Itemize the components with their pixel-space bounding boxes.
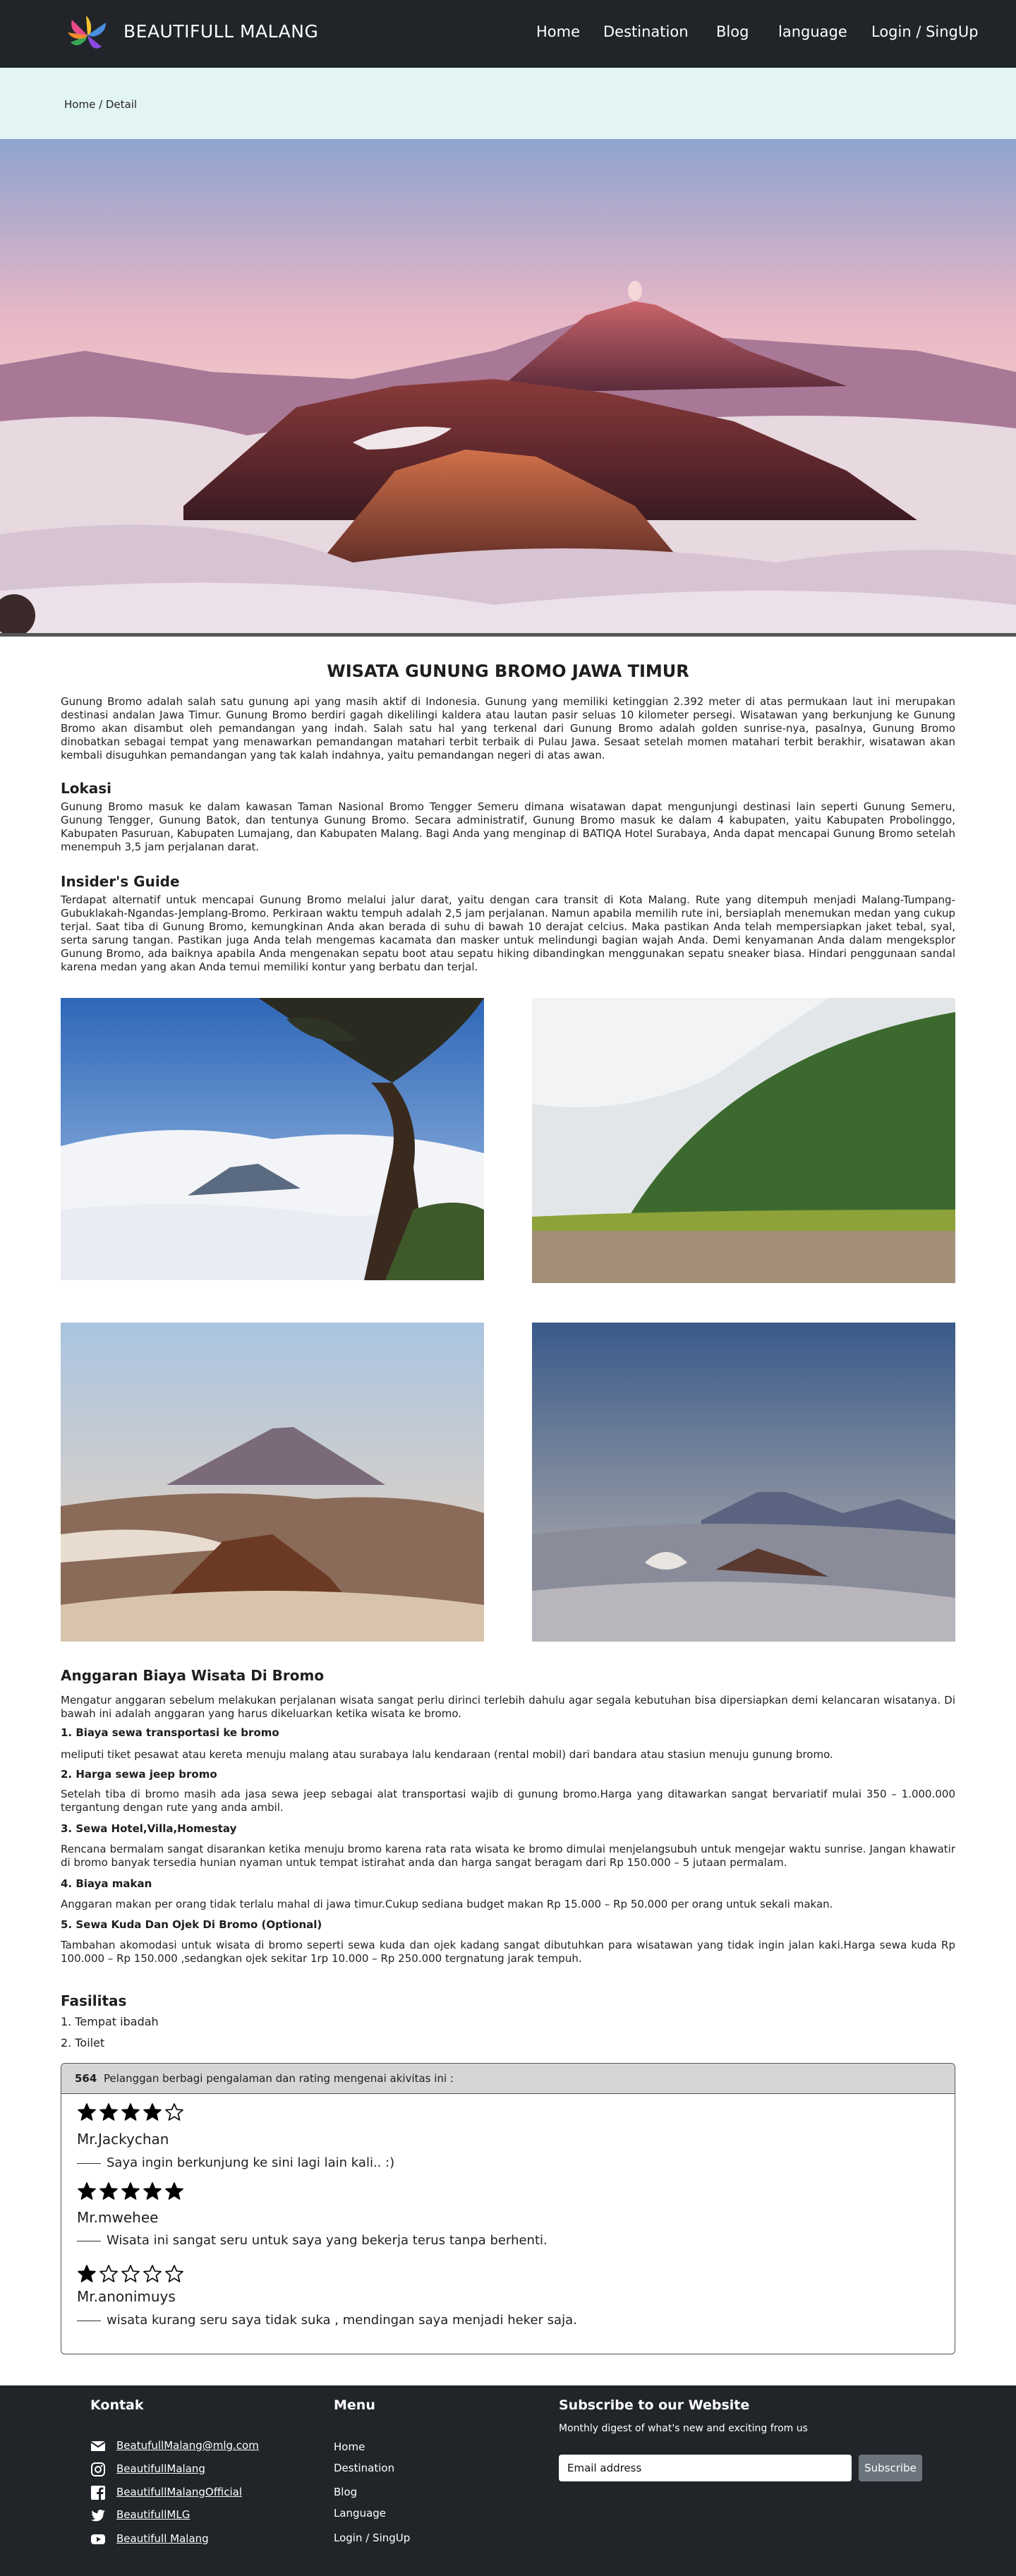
star-empty-icon xyxy=(165,2103,183,2121)
photo-green-valley xyxy=(532,998,955,1283)
budget-intro: Mengatur anggaran sebelum melakukan perj… xyxy=(61,1694,955,1720)
rating-stars xyxy=(77,2181,186,2201)
subscribe-button[interactable]: Subscribe xyxy=(859,2455,922,2481)
budget-item-title: 1. Biaya sewa transportasi ke bromo xyxy=(61,1726,279,1739)
facilities-heading: Fasilitas xyxy=(61,1992,127,2009)
navbar: BEAUTIFULL MALANG Home Destination Blog … xyxy=(0,0,1016,68)
photo-bromo-dusk xyxy=(532,1323,955,1642)
star-filled-icon xyxy=(78,2182,96,2200)
lokasi-paragraph: Gunung Bromo masuk ke dalam kawasan Tama… xyxy=(61,800,955,853)
budget-item-title: 4. Biaya makan xyxy=(61,1877,152,1890)
quote-dash xyxy=(77,2163,101,2164)
star-filled-icon xyxy=(99,2182,118,2200)
contact-instagram-link[interactable]: BeautifullMalang xyxy=(116,2462,205,2475)
budget-item-text: Tambahan akomodasi untuk wisata di bromo… xyxy=(61,1939,955,1965)
footer-contact-heading: Kontak xyxy=(90,2397,144,2413)
budget-item-text: Rencana bermalam sangat disarankan ketik… xyxy=(61,1843,955,1869)
breadcrumb-band: Home / Detail xyxy=(0,68,1016,139)
footer-menu-heading: Menu xyxy=(334,2397,375,2413)
budget-item-text: Anggaran makan per orang tidak terlalu m… xyxy=(61,1898,833,1910)
reviewer-name: Mr.anonimuys xyxy=(77,2288,176,2305)
contact-youtube-link[interactable]: Beautifull Malang xyxy=(116,2532,209,2545)
footer-menu-home[interactable]: Home xyxy=(334,2440,365,2453)
subscribe-text: Monthly digest of what's new and excitin… xyxy=(559,2423,808,2434)
reviewer-name: Mr.mwehee xyxy=(77,2209,159,2226)
youtube-icon xyxy=(91,2534,105,2544)
budget-item-title: 5. Sewa Kuda Dan Ojek Di Bromo (Optional… xyxy=(61,1918,322,1931)
footer-menu-language[interactable]: Language xyxy=(334,2507,386,2520)
instagram-icon xyxy=(91,2462,105,2476)
nav-blog[interactable]: Blog xyxy=(716,23,749,40)
budget-heading: Anggaran Biaya Wisata Di Bromo xyxy=(61,1667,325,1684)
star-filled-icon xyxy=(78,2265,96,2282)
review-count: 564 xyxy=(75,2072,97,2085)
star-filled-icon xyxy=(121,2103,140,2121)
budget-item-title: 2. Harga sewa jeep bromo xyxy=(61,1768,217,1781)
rating-stars xyxy=(77,2102,186,2122)
star-empty-icon xyxy=(99,2265,118,2282)
budget-item-text: Setelah tiba di bromo masih ada jasa sew… xyxy=(61,1788,955,1814)
contact-facebook-link[interactable]: BeautifullMalangOfficial xyxy=(116,2486,242,2498)
nav-destination[interactable]: Destination xyxy=(603,23,689,40)
star-filled-icon xyxy=(121,2182,140,2200)
reviews-panel: 564 Pelanggan berbagi pengalaman dan rat… xyxy=(61,2063,955,2354)
facebook-icon xyxy=(91,2486,105,2500)
reviewer-name: Mr.Jackychan xyxy=(77,2131,169,2148)
page-title: WISATA GUNUNG BROMO JAWA TIMUR xyxy=(327,661,689,681)
star-empty-icon xyxy=(121,2265,140,2282)
footer: Kontak BeatufullMalang@mlg.com Beautiful… xyxy=(0,2385,1016,2576)
contact-twitter-link[interactable]: BeautifullMLG xyxy=(116,2508,190,2521)
review-text: Wisata ini sangat seru untuk saya yang b… xyxy=(107,2233,548,2248)
star-filled-icon xyxy=(143,2103,162,2121)
review-text: wisata kurang seru saya tidak suka , men… xyxy=(107,2313,577,2328)
facility-item: 2. Toilet xyxy=(61,2036,105,2050)
contact-email-link[interactable]: BeatufullMalang@mlg.com xyxy=(116,2439,259,2452)
footer-menu-login-signup[interactable]: Login / SingUp xyxy=(334,2532,410,2544)
star-empty-icon xyxy=(165,2265,183,2282)
star-filled-icon xyxy=(99,2103,118,2121)
logo-icon[interactable] xyxy=(65,14,110,54)
budget-item-text: meliputi tiket pesawat atau kereta menuj… xyxy=(61,1748,833,1761)
budget-item-title: 3. Sewa Hotel,Villa,Homestay xyxy=(61,1822,237,1835)
nav-language[interactable]: language xyxy=(778,23,847,40)
footer-menu-blog[interactable]: Blog xyxy=(334,2486,357,2498)
hero-image xyxy=(0,139,1016,637)
reviews-header: 564 Pelanggan berbagi pengalaman dan rat… xyxy=(61,2064,955,2094)
intro-paragraph: Gunung Bromo adalah salah satu gunung ap… xyxy=(61,695,955,762)
star-filled-icon xyxy=(143,2182,162,2200)
twitter-icon xyxy=(91,2510,105,2522)
photo-tree-view xyxy=(61,998,484,1280)
guide-paragraph: Terdapat alternatif untuk mencapai Gunun… xyxy=(61,893,955,973)
lokasi-heading: Lokasi xyxy=(61,780,112,797)
star-filled-icon xyxy=(165,2182,183,2200)
breadcrumb[interactable]: Home / Detail xyxy=(64,98,137,111)
guide-heading: Insider's Guide xyxy=(61,873,180,890)
footer-menu-destination[interactable]: Destination xyxy=(334,2462,394,2474)
rating-stars xyxy=(77,2264,186,2284)
star-empty-icon xyxy=(143,2265,162,2282)
facility-item: 1. Tempat ibadah xyxy=(61,2015,159,2028)
nav-home[interactable]: Home xyxy=(536,23,580,40)
email-input[interactable] xyxy=(559,2455,852,2481)
subscribe-heading: Subscribe to our Website xyxy=(559,2397,750,2413)
review-text: Saya ingin berkunjung ke sini lagi lain … xyxy=(107,2155,395,2170)
star-filled-icon xyxy=(78,2103,96,2121)
nav-login-signup[interactable]: Login / SingUp xyxy=(871,23,979,40)
photo-bromo-sunrise xyxy=(61,1323,484,1642)
brand-name[interactable]: BEAUTIFULL MALANG xyxy=(123,21,318,42)
reviews-heading: Pelanggan berbagi pengalaman dan rating … xyxy=(104,2072,454,2085)
mail-icon xyxy=(90,2441,106,2451)
